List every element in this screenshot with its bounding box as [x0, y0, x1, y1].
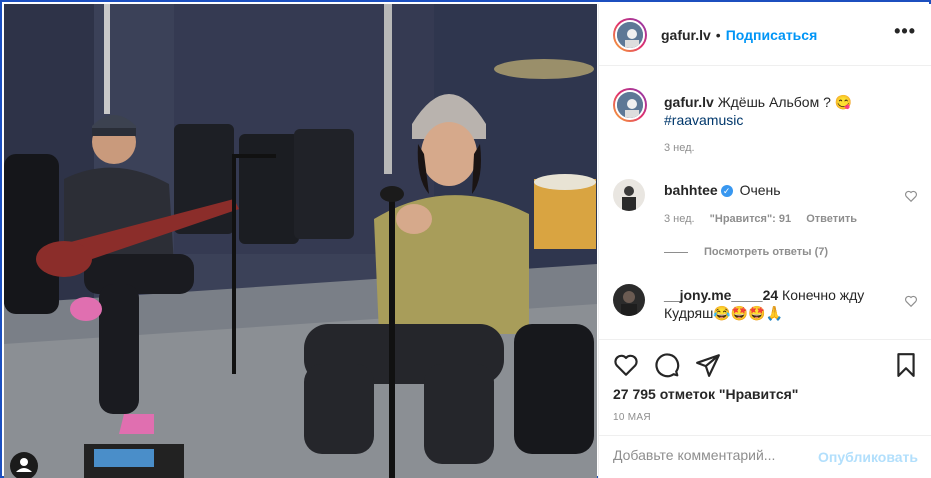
caption-text: Ждёшь Альбом ? 😋 — [717, 94, 853, 110]
caption-time[interactable]: 3 нед. — [664, 142, 695, 154]
comment-input[interactable] — [613, 447, 813, 463]
separator-dot: • — [715, 26, 721, 43]
commenter-username[interactable]: __jony.me____24 — [664, 287, 778, 303]
caption-text-block: gafur.lv Ждёшь Альбом ? 😋 #raavamusic — [664, 93, 914, 129]
post-photo[interactable] — [4, 4, 597, 478]
comment-meta: 3 нед. "Нравится": 91 Ответить — [664, 213, 869, 225]
comment-text: Очень — [739, 182, 781, 198]
commenter-avatar[interactable] — [613, 284, 645, 316]
view-replies[interactable]: Посмотреть ответы (7) — [664, 246, 828, 258]
post-header: gafur.lv • Подписаться ••• — [599, 4, 931, 66]
commenter-avatar[interactable] — [613, 179, 645, 211]
comment-likes[interactable]: "Нравится": 91 — [710, 213, 791, 225]
caption-avatar[interactable] — [613, 88, 647, 122]
bookmark-icon[interactable] — [893, 352, 919, 378]
instagram-post-window: gafur.lv • Подписаться ••• gafur.lv Ждёш… — [0, 0, 931, 478]
replies-divider — [664, 251, 688, 253]
verified-icon: ✓ — [720, 185, 733, 198]
comment-body: __jony.me____24 Конечно жду Кудряш😂🤩🤩🙏 — [664, 286, 894, 322]
follow-button[interactable]: Подписаться — [726, 27, 818, 43]
heart-icon[interactable] — [904, 294, 918, 308]
share-icon[interactable] — [695, 352, 721, 378]
publish-button[interactable]: Опубликовать — [818, 449, 918, 465]
post-date[interactable]: 10 МАЯ — [613, 412, 651, 423]
caption-username[interactable]: gafur.lv — [664, 94, 714, 110]
commenter-username[interactable]: bahhtee — [664, 182, 718, 198]
view-replies-label[interactable]: Посмотреть ответы (7) — [704, 246, 828, 258]
heart-icon[interactable] — [613, 352, 639, 378]
author-username[interactable]: gafur.lv — [661, 27, 711, 43]
caption-hashtag[interactable]: #raavamusic — [664, 112, 743, 128]
comment-time[interactable]: 3 нед. — [664, 213, 695, 225]
post-actions: 27 795 отметок "Нравится" 10 МАЯ — [599, 339, 931, 435]
add-comment-bar: Опубликовать — [599, 435, 931, 478]
more-icon[interactable]: ••• — [894, 21, 916, 42]
post-sidebar: gafur.lv • Подписаться ••• gafur.lv Ждёш… — [598, 4, 931, 478]
comment-icon[interactable] — [654, 352, 680, 378]
likes-count[interactable]: 27 795 отметок "Нравится" — [613, 386, 798, 402]
comment-body: bahhtee ✓ Очень — [664, 181, 894, 199]
author-avatar[interactable] — [613, 17, 647, 52]
reply-button[interactable]: Ответить — [806, 213, 857, 225]
heart-icon[interactable] — [904, 189, 918, 203]
